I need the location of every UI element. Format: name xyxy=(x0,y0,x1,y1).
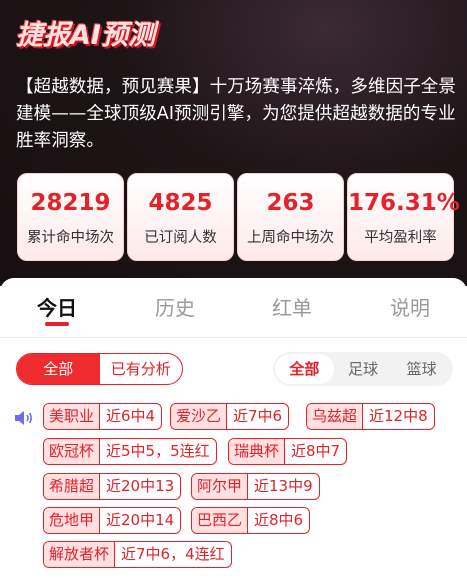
league-record: 近8中7 xyxy=(291,442,341,460)
sport-basketball-button[interactable]: 篮球 xyxy=(392,354,451,384)
league-chip-ucl[interactable]: 欧冠杯 近5中5，5连红 xyxy=(43,438,217,465)
league-chip-mls[interactable]: 美职业 近6中4 xyxy=(43,403,163,430)
league-record: 近20中13 xyxy=(106,477,175,495)
stat-value: 28219 xyxy=(30,190,111,216)
league-record: 近20中14 xyxy=(106,511,175,529)
stat-label: 上周命中场次 xyxy=(247,230,334,246)
stat-label: 累计命中场次 xyxy=(27,230,114,246)
league-name: 阿尔甲 xyxy=(192,474,249,499)
sport-filter: 全部 足球 篮球 xyxy=(273,352,453,386)
league-name: 解放者杯 xyxy=(44,542,116,567)
stat-card-avg-profit: 176.31% 平均盈利率 xyxy=(347,173,460,261)
league-name: 欧冠杯 xyxy=(44,439,101,464)
stat-value: 263 xyxy=(266,190,315,216)
league-chip-algeria[interactable]: 阿尔甲 近13中9 xyxy=(191,473,320,500)
league-chip-guatemala[interactable]: 危地甲 近20中14 xyxy=(43,507,182,534)
league-name: 瑞典杯 xyxy=(229,439,286,464)
tab-instructions[interactable]: 说明 xyxy=(370,278,450,338)
league-record: 近5中5，5连红 xyxy=(106,442,210,460)
league-chip-greece[interactable]: 希腊超 近20中13 xyxy=(43,473,182,500)
speaker-icon[interactable] xyxy=(13,409,35,427)
stat-card-subscribers: 4825 已订阅人数 xyxy=(127,173,234,261)
league-name: 危地甲 xyxy=(44,508,101,533)
tab-today[interactable]: 今日 xyxy=(17,278,97,338)
league-record: 近7中6，4连红 xyxy=(121,545,225,563)
league-name: 希腊超 xyxy=(44,474,101,499)
league-chip-sweden-cup[interactable]: 瑞典杯 近8中7 xyxy=(228,438,348,465)
league-name: 巴西乙 xyxy=(192,508,249,533)
league-name: 爱沙乙 xyxy=(171,404,228,429)
league-chip-brazil-b[interactable]: 巴西乙 近8中6 xyxy=(191,507,311,534)
analysis-filter: 全部 已有分析 xyxy=(16,353,183,385)
league-chip-estonia[interactable]: 爱沙乙 近7中6 xyxy=(170,403,290,430)
stat-value: 176.31% xyxy=(348,190,460,216)
league-record: 近7中6 xyxy=(233,407,283,425)
sport-football-button[interactable]: 足球 xyxy=(334,354,393,384)
league-chip-uzbek[interactable]: 乌兹超 近12中8 xyxy=(306,403,435,430)
stat-card-total-hits: 28219 累计命中场次 xyxy=(17,173,124,261)
league-record: 近6中4 xyxy=(106,407,156,425)
league-name: 乌兹超 xyxy=(307,404,364,429)
stats-row: 28219 累计命中场次 4825 已订阅人数 263 上周命中场次 176.3… xyxy=(17,173,460,261)
league-record: 近8中6 xyxy=(254,511,304,529)
stat-card-last-week-hits: 263 上周命中场次 xyxy=(237,173,344,261)
league-record: 近12中8 xyxy=(369,407,428,425)
tab-bar: 今日 历史 红单 说明 xyxy=(0,278,467,338)
filter-analyzed-button[interactable]: 已有分析 xyxy=(100,354,183,384)
active-tab-indicator xyxy=(45,322,69,326)
league-name: 美职业 xyxy=(44,404,101,429)
divider xyxy=(0,337,467,338)
tab-red-orders[interactable]: 红单 xyxy=(252,278,332,338)
league-chip-libertadores[interactable]: 解放者杯 近7中6，4连红 xyxy=(43,541,232,568)
tab-history[interactable]: 历史 xyxy=(135,278,215,338)
filter-all-button[interactable]: 全部 xyxy=(17,354,100,384)
sport-all-button[interactable]: 全部 xyxy=(275,354,334,384)
stat-label: 已订阅人数 xyxy=(144,230,217,246)
stat-value: 4825 xyxy=(148,190,213,216)
league-record: 近13中9 xyxy=(254,477,313,495)
hero-description: 【超越数据，预见赛果】十万场赛事淬炼，多维因子全景建模——全球顶级AI预测引擎，… xyxy=(16,77,456,151)
hero-banner: 捷报AI预测 【超越数据，预见赛果】十万场赛事淬炼，多维因子全景建模——全球顶级… xyxy=(0,0,467,286)
stat-label: 平均盈利率 xyxy=(364,230,437,246)
page-title: 捷报AI预测 xyxy=(16,20,155,51)
